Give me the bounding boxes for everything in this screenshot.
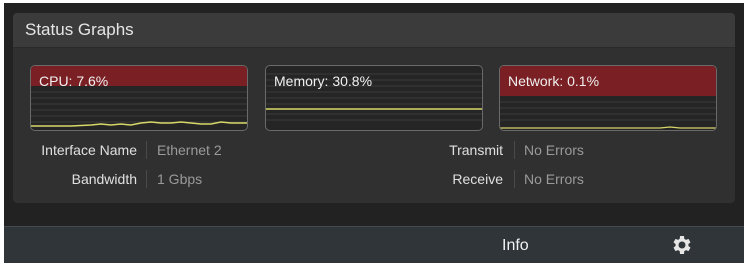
- separator: [514, 170, 515, 188]
- bandwidth-value: 1 Gbps: [157, 171, 203, 187]
- memory-graph: Memory: 30.8%: [265, 65, 483, 131]
- separator: [146, 170, 147, 188]
- separator: [514, 141, 515, 159]
- panel-title: Status Graphs: [25, 20, 134, 39]
- cpu-graph-label: CPU: 7.6%: [39, 73, 109, 89]
- separator: [146, 141, 147, 159]
- network-graph-label: Network: 0.1%: [508, 73, 600, 89]
- memory-graph-label: Memory: 30.8%: [274, 73, 373, 89]
- cpu-usage-line: [31, 121, 247, 127]
- transmit-label: Transmit: [449, 142, 503, 158]
- interface-name-value: Ethernet 2: [157, 142, 222, 158]
- network-usage-line: [500, 126, 716, 129]
- footer-bar: Info: [4, 226, 744, 263]
- status-graphs-panel: Status Graphs CPU: 7.6% Memory: 30.8% Ne…: [13, 13, 735, 203]
- gear-icon[interactable]: [670, 233, 694, 257]
- receive-value: No Errors: [524, 171, 584, 187]
- info-tab[interactable]: Info: [502, 237, 529, 255]
- transmit-value: No Errors: [524, 142, 584, 158]
- network-graph: Network: 0.1%: [499, 65, 717, 131]
- bandwidth-label: Bandwidth: [71, 171, 137, 187]
- panel-header: Status Graphs: [13, 13, 735, 48]
- cpu-graph: CPU: 7.6%: [30, 65, 248, 131]
- receive-label: Receive: [452, 171, 503, 187]
- interface-name-label: Interface Name: [41, 142, 137, 158]
